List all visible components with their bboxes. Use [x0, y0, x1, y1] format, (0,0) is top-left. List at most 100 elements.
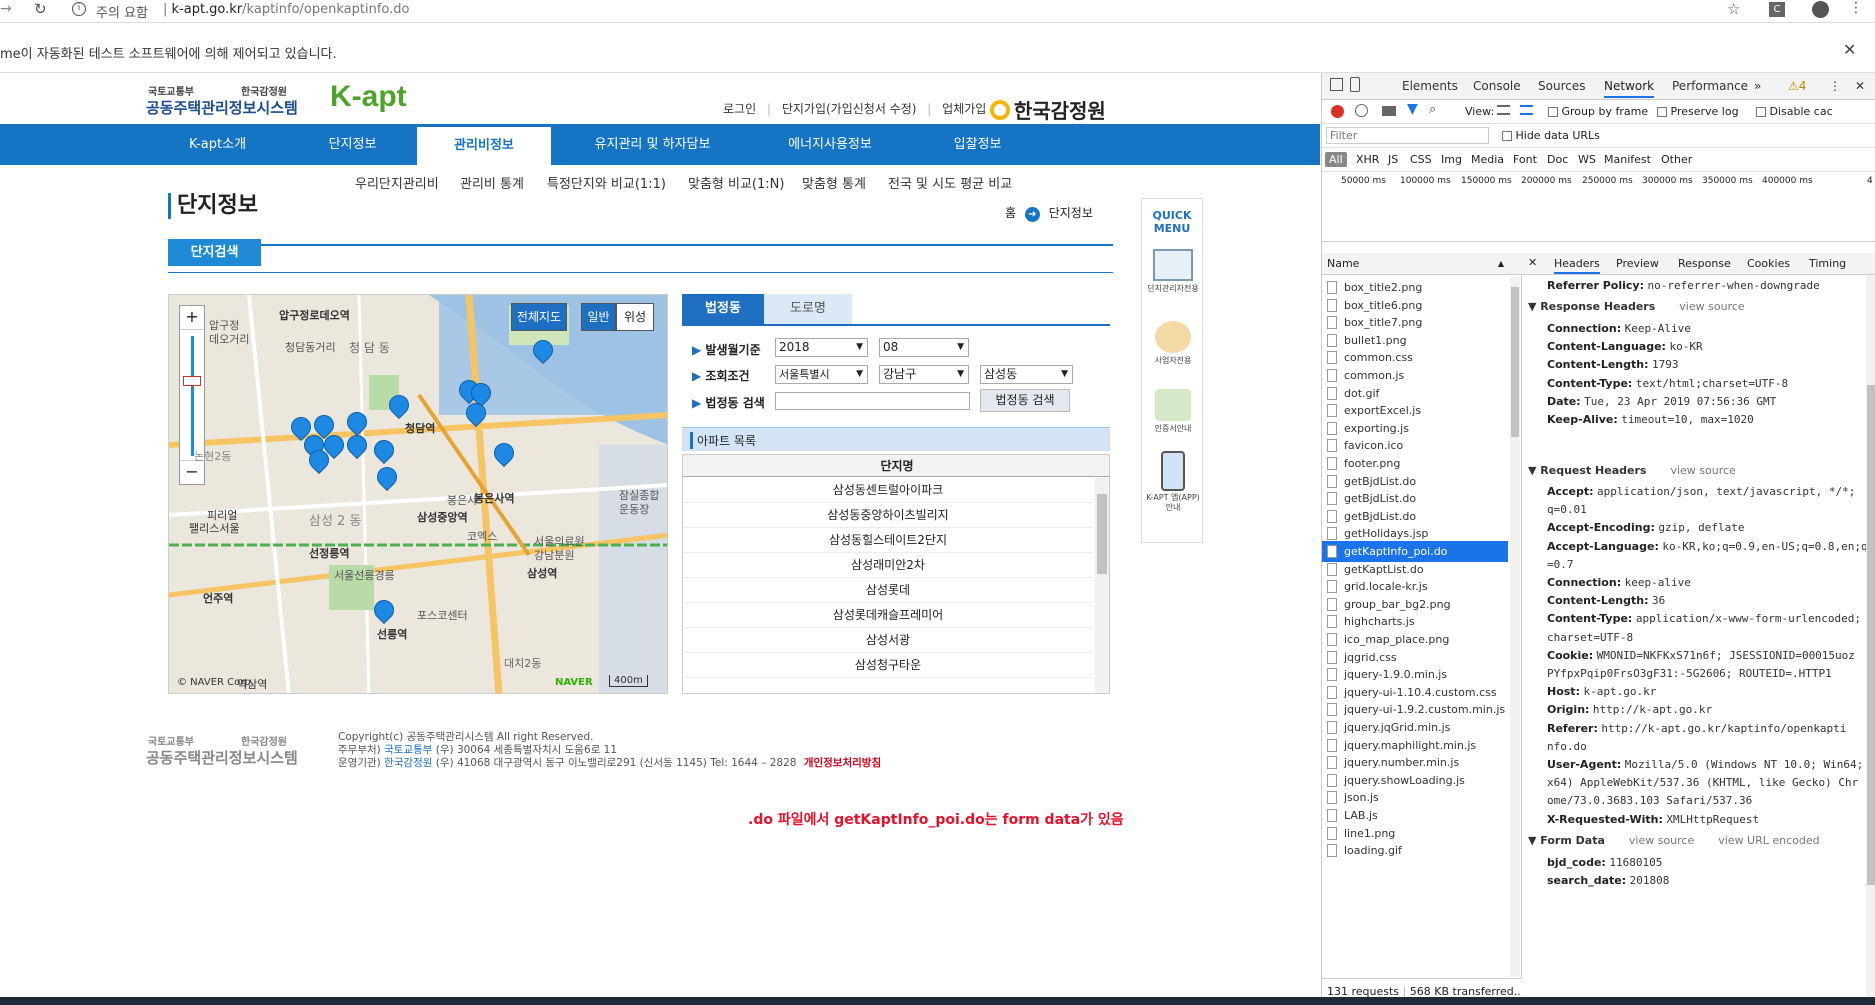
- map-marker[interactable]: [369, 595, 399, 628]
- site-logo[interactable]: 국토교통부 한국감정원 공동주택관리정보시스템 K-apt: [146, 80, 426, 123]
- subnav-custom-stats[interactable]: 맞춤형 통계: [802, 173, 866, 192]
- sido-select[interactable]: 서울특별시 ▼: [775, 365, 868, 384]
- footer-ministry-link[interactable]: 국토교통부: [384, 744, 432, 756]
- camera-icon[interactable]: [1382, 106, 1396, 116]
- subnav-compare-1-n[interactable]: 맞춤형 비교(1:N): [688, 173, 784, 192]
- nav-complex-info[interactable]: 단지정보: [295, 124, 410, 165]
- subnav-fee-stats[interactable]: 관리비 통계: [460, 173, 524, 192]
- map-marker[interactable]: [461, 398, 491, 431]
- map-marker[interactable]: [369, 435, 399, 468]
- tab-road-name[interactable]: 도로명: [764, 294, 852, 324]
- request-row[interactable]: loading.gif: [1322, 840, 1508, 861]
- tab-complex-search[interactable]: 단지검색: [168, 239, 261, 266]
- map-marker[interactable]: [304, 445, 334, 478]
- filter-js[interactable]: JS: [1388, 153, 1398, 166]
- request-headers-title[interactable]: ▼ Request Headers view source: [1528, 464, 1736, 477]
- apt-list-item[interactable]: 삼성청구타운: [683, 653, 1093, 678]
- company-join-link[interactable]: 업체가입: [942, 102, 986, 116]
- filter-xhr[interactable]: XHR: [1356, 153, 1379, 166]
- filter-manifest[interactable]: Manifest: [1604, 153, 1651, 166]
- apt-list-item[interactable]: 삼성동중앙하이츠빌리지: [683, 503, 1093, 528]
- search-icon[interactable]: ⌕: [1429, 102, 1436, 117]
- breadcrumb-home[interactable]: 홈: [1005, 206, 1016, 220]
- detail-scrollbar[interactable]: [1866, 275, 1875, 1005]
- apt-list-item[interactable]: 삼성롯데캐슬프레미어: [683, 603, 1093, 628]
- list-view-icon[interactable]: [1497, 105, 1510, 115]
- form-data-title[interactable]: ▼ Form Data view source view URL encoded: [1528, 834, 1820, 847]
- filter-ws[interactable]: WS: [1578, 153, 1596, 166]
- url-bar[interactable]: | k-apt.go.kr/kaptinfo/openkaptinfo.do: [163, 2, 409, 17]
- apt-list-item[interactable]: 삼성롯데: [683, 578, 1093, 603]
- hide-data-urls-checkbox[interactable]: Hide data URLs: [1502, 129, 1600, 142]
- disable-cache-checkbox[interactable]: Disable cac: [1756, 105, 1833, 118]
- devtools-menu-icon[interactable]: ⋮: [1829, 79, 1841, 93]
- quick-app[interactable]: K-APT 앱(APP) 안내: [1146, 451, 1200, 513]
- clear-icon[interactable]: [1355, 104, 1368, 117]
- nav-energy[interactable]: 에너지사용정보: [760, 124, 900, 165]
- normal-map-button[interactable]: 일반: [581, 303, 616, 331]
- devtools-close-icon[interactable]: ✕: [1855, 79, 1865, 93]
- warning-badge[interactable]: ⚠4: [1788, 79, 1806, 93]
- response-headers-title[interactable]: ▼ Response Headers view source: [1528, 300, 1745, 313]
- map-marker[interactable]: [342, 430, 372, 463]
- zoom-in-button[interactable]: +: [180, 306, 204, 330]
- detail-close-icon[interactable]: ✕: [1528, 256, 1537, 269]
- scroll-thumb[interactable]: [1097, 494, 1107, 574]
- month-select[interactable]: 08 ▼: [879, 338, 969, 357]
- name-column-header[interactable]: Name ▲: [1322, 253, 1522, 275]
- quick-manager[interactable]: 단지관리자전용: [1146, 249, 1200, 294]
- gu-select[interactable]: 강남구 ▼: [879, 365, 969, 384]
- nav-fee-info[interactable]: 관리비정보: [417, 124, 551, 165]
- device-icon[interactable]: [1350, 77, 1360, 92]
- waterfall-icon[interactable]: [1520, 105, 1533, 115]
- inspect-icon[interactable]: [1330, 78, 1343, 91]
- record-icon[interactable]: [1331, 105, 1344, 118]
- nav-bidding[interactable]: 입찰정보: [920, 124, 1035, 165]
- request-list-scrollbar[interactable]: [1510, 277, 1520, 977]
- tab-network[interactable]: Network: [1604, 79, 1655, 98]
- filter-img[interactable]: Img: [1441, 153, 1462, 166]
- subnav-our-fee[interactable]: 우리단지관리비: [355, 173, 439, 192]
- extension-icon[interactable]: C: [1769, 2, 1785, 17]
- tab-sources[interactable]: Sources: [1538, 79, 1585, 93]
- nav-maintenance[interactable]: 유지관리 및 하자담보: [570, 124, 735, 165]
- full-map-button[interactable]: 전체지도: [511, 303, 567, 331]
- map-marker[interactable]: [489, 438, 519, 471]
- tab-console[interactable]: Console: [1473, 79, 1521, 93]
- preserve-log-checkbox[interactable]: Preserve log: [1657, 105, 1739, 118]
- filter-icon[interactable]: ▼: [1407, 101, 1418, 117]
- satellite-map-button[interactable]: 위성: [616, 303, 654, 331]
- join-link[interactable]: 단지가입(가입신청서 수정): [782, 102, 917, 116]
- apt-list-item[interactable]: 삼성래미안2차: [683, 553, 1093, 578]
- zoom-slider[interactable]: [191, 336, 194, 456]
- group-by-frame-checkbox[interactable]: Group by frame: [1548, 105, 1648, 118]
- subnav-compare-1-1[interactable]: 특정단지와 비교(1:1): [547, 173, 666, 192]
- reload-icon[interactable]: ↻: [34, 0, 47, 18]
- filter-all[interactable]: All: [1325, 152, 1347, 167]
- login-link[interactable]: 로그인: [723, 102, 756, 116]
- map-marker[interactable]: [384, 390, 414, 423]
- quick-business[interactable]: 사업자전용: [1146, 321, 1200, 366]
- list-scrollbar[interactable]: [1095, 478, 1109, 693]
- star-icon[interactable]: ☆: [1727, 0, 1740, 18]
- close-icon[interactable]: ✕: [1843, 40, 1856, 59]
- filter-input[interactable]: [1326, 127, 1489, 144]
- map[interactable]: + − 전체지도 일반 위성 압구정로데오역 압구정 데오거리 청담동거리 청 …: [168, 294, 668, 694]
- tab-cookies[interactable]: Cookies: [1747, 257, 1790, 270]
- apt-list-item[interactable]: 삼성동힐스테이트2단지: [683, 528, 1093, 553]
- filter-css[interactable]: CSS: [1410, 153, 1432, 166]
- dong-search-input[interactable]: [775, 392, 970, 410]
- year-select[interactable]: 2018 ▼: [775, 338, 868, 357]
- dong-select[interactable]: 삼성동 ▼: [980, 365, 1073, 384]
- tab-legal-dong[interactable]: 법정동: [682, 294, 764, 324]
- zoom-handle[interactable]: [183, 376, 201, 386]
- privacy-link[interactable]: 개인정보처리방침: [804, 757, 881, 769]
- footer-agency-link[interactable]: 한국감정원: [384, 757, 432, 769]
- filter-doc[interactable]: Doc: [1547, 153, 1568, 166]
- filter-font[interactable]: Font: [1513, 153, 1537, 166]
- tab-response[interactable]: Response: [1678, 257, 1731, 270]
- forward-icon[interactable]: →: [0, 1, 12, 17]
- apt-list-item[interactable]: 삼성동센트럴아이파크: [683, 478, 1093, 503]
- menu-icon[interactable]: ⋮: [1849, 0, 1863, 16]
- tab-timing[interactable]: Timing: [1809, 257, 1846, 270]
